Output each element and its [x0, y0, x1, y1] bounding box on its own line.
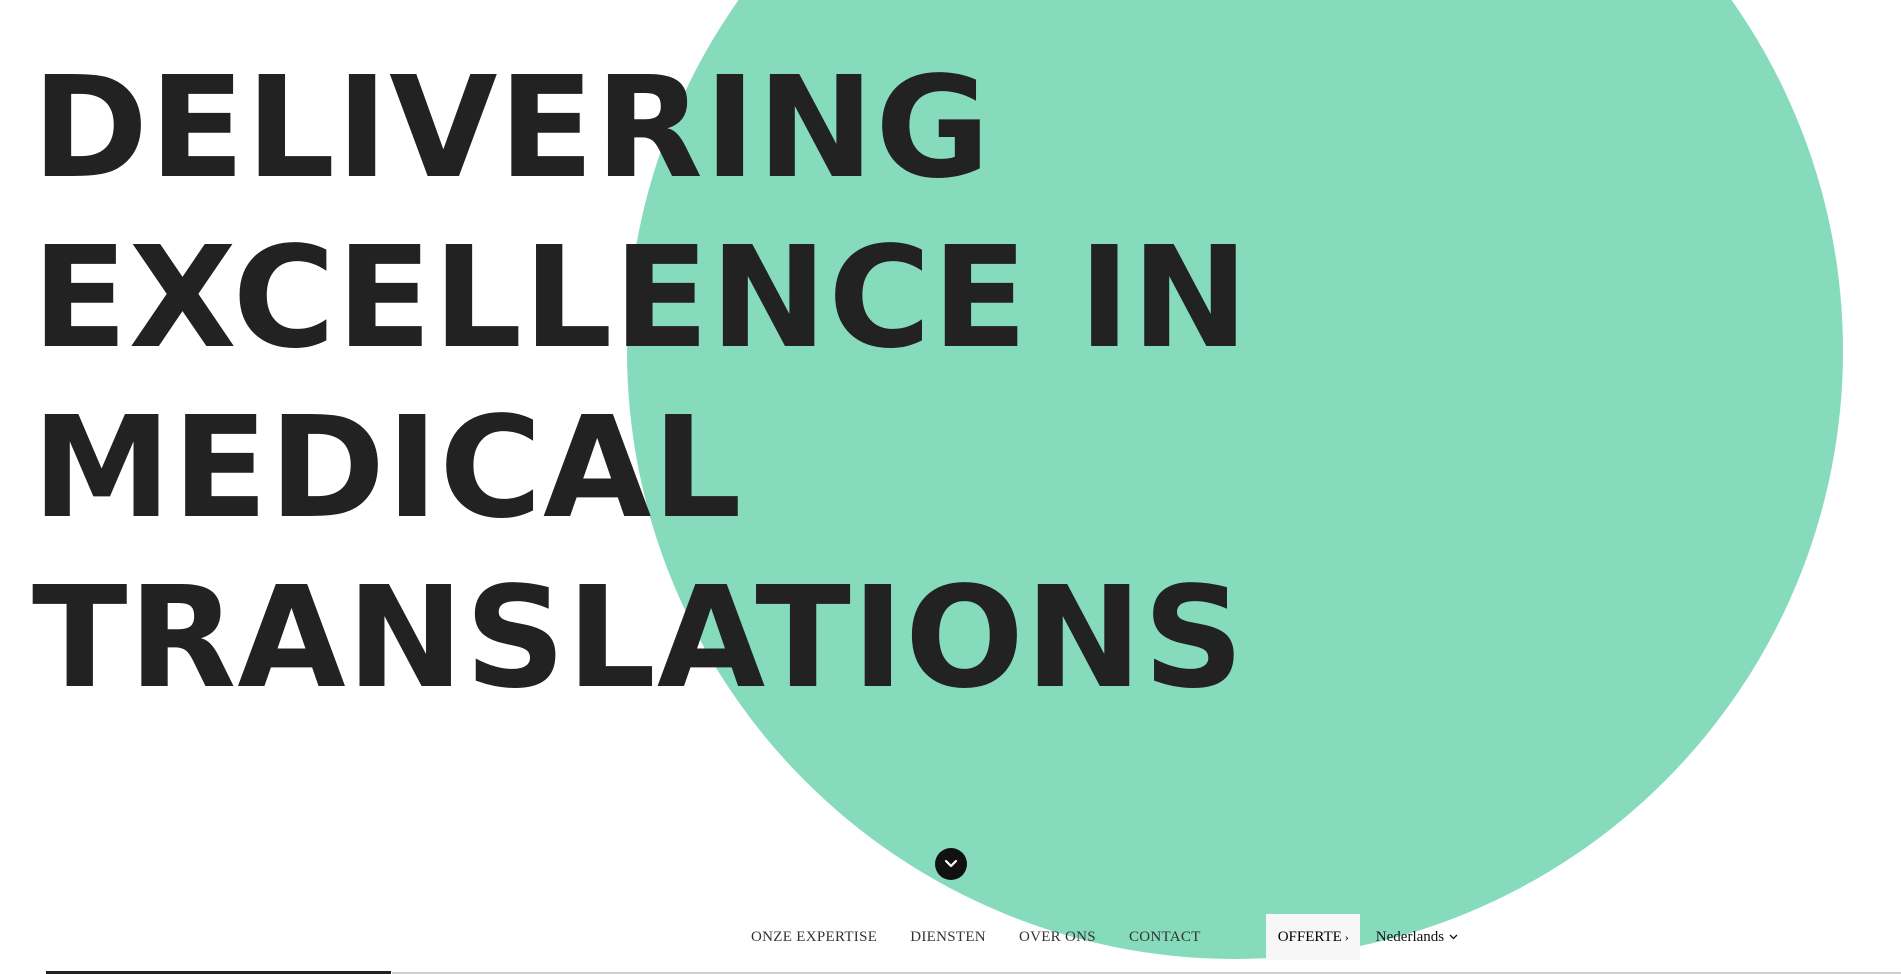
chevron-down-icon — [1449, 934, 1458, 940]
main-navigation: ONZE EXPERTISE DIENSTEN OVER ONS CONTACT… — [751, 914, 1458, 960]
scroll-down-button[interactable] — [935, 848, 967, 880]
language-select-value: Nederlands — [1375, 928, 1445, 945]
nav-item-onze-expertise[interactable]: ONZE EXPERTISE — [751, 929, 877, 946]
nav-item-diensten[interactable]: DIENSTEN — [910, 929, 986, 946]
quote-button-label: OFFERTE — [1277, 928, 1342, 945]
headline-line-3: MEDICAL — [32, 387, 743, 550]
headline-line-4: TRANSLATIONS — [32, 557, 1245, 720]
page: DELIVERING EXCELLENCE IN MEDICAL TRANSLA… — [0, 0, 1901, 974]
language-select[interactable]: Nederlands — [1376, 929, 1458, 946]
chevron-down-icon — [944, 859, 958, 868]
headline-line-2: EXCELLENCE IN — [32, 217, 1250, 380]
nav-item-contact[interactable]: CONTACT — [1129, 929, 1201, 946]
quote-button[interactable]: OFFERTE › — [1265, 914, 1360, 960]
hero-headline: DELIVERING EXCELLENCE IN MEDICAL TRANSLA… — [32, 44, 1250, 724]
nav-item-over-ons[interactable]: OVER ONS — [1019, 929, 1096, 946]
chevron-right-icon: › — [1344, 929, 1349, 944]
headline-line-1: DELIVERING — [32, 47, 992, 210]
